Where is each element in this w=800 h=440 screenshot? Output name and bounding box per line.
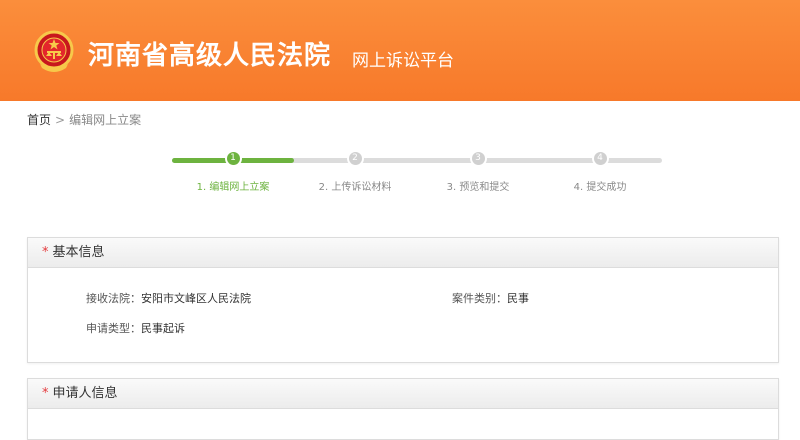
basic-info-title: 基本信息: [52, 245, 105, 260]
applicant-info-header: * 申请人信息: [28, 379, 778, 409]
basic-info-panel: * 基本信息 接收法院：安阳市文峰区人民法院 案件类别：民事 申请类型：民事起诉: [27, 237, 779, 363]
category-field: 案件类别：民事: [452, 290, 529, 306]
court-field: 接收法院：安阳市文峰区人民法院: [86, 290, 251, 306]
progress-steps: 1 1. 编辑网上立案 2 2. 上传诉讼材料 3 3. 预览和提交 4 4. …: [172, 152, 664, 193]
category-value: 民事: [507, 292, 529, 305]
apply-type-field: 申请类型：民事起诉: [86, 320, 185, 336]
step-1-dot: 1: [226, 152, 240, 165]
step-1: 1 1. 编辑网上立案: [173, 152, 293, 193]
step-2-label: 2. 上传诉讼材料: [318, 182, 392, 193]
breadcrumb-current: 编辑网上立案: [69, 113, 142, 127]
applicant-info-title: 申请人信息: [52, 386, 118, 401]
site-subtitle: 网上诉讼平台: [352, 51, 454, 71]
step-1-label: 1. 编辑网上立案: [196, 182, 270, 193]
site-header: 河南省高级人民法院 网上诉讼平台: [0, 0, 800, 101]
step-3-dot: 3: [471, 152, 485, 165]
step-4: 4 4. 提交成功: [540, 152, 660, 193]
apply-type-label: 申请类型：: [86, 322, 141, 335]
breadcrumb-separator: >: [55, 113, 66, 127]
step-2-dot: 2: [348, 152, 362, 165]
basic-info-header: * 基本信息: [28, 238, 778, 268]
step-3: 3 3. 预览和提交: [418, 152, 538, 193]
step-2: 2 2. 上传诉讼材料: [295, 152, 415, 193]
required-mark: *: [42, 245, 49, 260]
category-label: 案件类别：: [452, 292, 507, 305]
site-title: 河南省高级人民法院: [88, 41, 332, 71]
court-emblem-icon: [34, 30, 74, 72]
step-4-dot: 4: [593, 152, 607, 165]
court-label: 接收法院：: [86, 292, 141, 305]
breadcrumb-home-link[interactable]: 首页: [27, 113, 51, 127]
required-mark: *: [42, 386, 49, 401]
step-3-label: 3. 预览和提交: [446, 182, 510, 193]
step-4-label: 4. 提交成功: [573, 182, 627, 193]
apply-type-value: 民事起诉: [141, 322, 185, 335]
court-value: 安阳市文峰区人民法院: [141, 292, 251, 305]
breadcrumb: 首页 > 编辑网上立案: [27, 111, 141, 128]
